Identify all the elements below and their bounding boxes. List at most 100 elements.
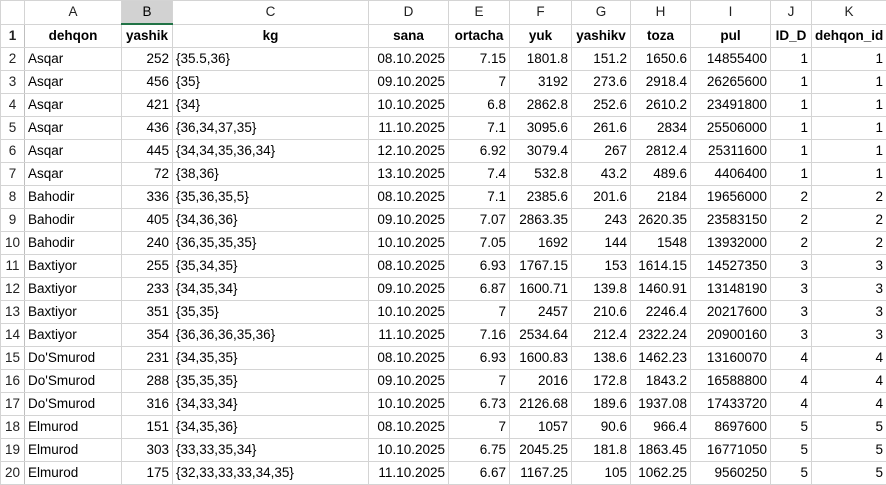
cell-f16[interactable]: 2016 <box>510 370 572 393</box>
cell-e18[interactable]: 7 <box>449 416 510 439</box>
cell-b19[interactable]: 303 <box>122 439 173 462</box>
cell-f18[interactable]: 1057 <box>510 416 572 439</box>
cell-h5[interactable]: 2834 <box>631 117 691 140</box>
cell-e10[interactable]: 7.05 <box>449 232 510 255</box>
cell-g12[interactable]: 139.8 <box>572 278 631 301</box>
cell-d20[interactable]: 11.10.2025 <box>369 462 449 485</box>
cell-e3[interactable]: 7 <box>449 71 510 94</box>
cell-a13[interactable]: Baxtiyor <box>25 301 122 324</box>
cell-a9[interactable]: Bahodir <box>25 209 122 232</box>
cell-a11[interactable]: Baxtiyor <box>25 255 122 278</box>
row-header-4[interactable]: 4 <box>1 94 25 117</box>
cell-k13[interactable]: 3 <box>812 301 886 324</box>
row-header-14[interactable]: 14 <box>1 324 25 347</box>
cell-i8[interactable]: 19656000 <box>691 186 771 209</box>
cell-i4[interactable]: 23491800 <box>691 94 771 117</box>
cell-f12[interactable]: 1600.71 <box>510 278 572 301</box>
cell-e13[interactable]: 7 <box>449 301 510 324</box>
cell-f15[interactable]: 1600.83 <box>510 347 572 370</box>
cell-i12[interactable]: 13148190 <box>691 278 771 301</box>
cell-c16[interactable]: {35,35,35} <box>173 370 369 393</box>
cell-b10[interactable]: 240 <box>122 232 173 255</box>
cell-k3[interactable]: 1 <box>812 71 886 94</box>
header-cell-toza[interactable]: toza <box>631 24 691 48</box>
cell-k7[interactable]: 1 <box>812 163 886 186</box>
cell-k15[interactable]: 4 <box>812 347 886 370</box>
row-header-3[interactable]: 3 <box>1 71 25 94</box>
cell-a19[interactable]: Elmurod <box>25 439 122 462</box>
cell-d16[interactable]: 09.10.2025 <box>369 370 449 393</box>
cell-d4[interactable]: 10.10.2025 <box>369 94 449 117</box>
cell-h18[interactable]: 966.4 <box>631 416 691 439</box>
cell-i16[interactable]: 16588800 <box>691 370 771 393</box>
cell-g3[interactable]: 273.6 <box>572 71 631 94</box>
cell-b11[interactable]: 255 <box>122 255 173 278</box>
cell-g6[interactable]: 267 <box>572 140 631 163</box>
cell-b3[interactable]: 456 <box>122 71 173 94</box>
cell-j8[interactable]: 2 <box>771 186 812 209</box>
header-cell-kg[interactable]: kg <box>173 24 369 48</box>
row-header-20[interactable]: 20 <box>1 462 25 485</box>
cell-c20[interactable]: {32,33,33,33,34,35} <box>173 462 369 485</box>
column-header-h[interactable]: H <box>631 1 691 25</box>
cell-a2[interactable]: Asqar <box>25 48 122 71</box>
row-header-6[interactable]: 6 <box>1 140 25 163</box>
cell-d17[interactable]: 10.10.2025 <box>369 393 449 416</box>
cell-k12[interactable]: 3 <box>812 278 886 301</box>
cell-g5[interactable]: 261.6 <box>572 117 631 140</box>
cell-e7[interactable]: 7.4 <box>449 163 510 186</box>
header-cell-yuk[interactable]: yuk <box>510 24 572 48</box>
cell-a20[interactable]: Elmurod <box>25 462 122 485</box>
header-cell-id-d[interactable]: ID_D <box>771 24 812 48</box>
cell-f10[interactable]: 1692 <box>510 232 572 255</box>
column-header-d[interactable]: D <box>369 1 449 25</box>
cell-k4[interactable]: 1 <box>812 94 886 117</box>
cell-a18[interactable]: Elmurod <box>25 416 122 439</box>
cell-j11[interactable]: 3 <box>771 255 812 278</box>
row-header-8[interactable]: 8 <box>1 186 25 209</box>
cell-j7[interactable]: 1 <box>771 163 812 186</box>
cell-h17[interactable]: 1937.08 <box>631 393 691 416</box>
column-header-a[interactable]: A <box>25 1 122 25</box>
cell-c13[interactable]: {35,35} <box>173 301 369 324</box>
cell-d2[interactable]: 08.10.2025 <box>369 48 449 71</box>
cell-c7[interactable]: {38,36} <box>173 163 369 186</box>
cell-a15[interactable]: Do'Smurod <box>25 347 122 370</box>
cell-i13[interactable]: 20217600 <box>691 301 771 324</box>
column-header-b[interactable]: B <box>122 1 173 25</box>
cell-f4[interactable]: 2862.8 <box>510 94 572 117</box>
cell-h6[interactable]: 2812.4 <box>631 140 691 163</box>
cell-j20[interactable]: 5 <box>771 462 812 485</box>
cell-k6[interactable]: 1 <box>812 140 886 163</box>
cell-j19[interactable]: 5 <box>771 439 812 462</box>
cell-a6[interactable]: Asqar <box>25 140 122 163</box>
column-header-e[interactable]: E <box>449 1 510 25</box>
cell-h8[interactable]: 2184 <box>631 186 691 209</box>
cell-h2[interactable]: 1650.6 <box>631 48 691 71</box>
cell-k5[interactable]: 1 <box>812 117 886 140</box>
cell-a7[interactable]: Asqar <box>25 163 122 186</box>
cell-d18[interactable]: 08.10.2025 <box>369 416 449 439</box>
row-header-16[interactable]: 16 <box>1 370 25 393</box>
cell-c12[interactable]: {34,35,34} <box>173 278 369 301</box>
cell-h16[interactable]: 1843.2 <box>631 370 691 393</box>
cell-c5[interactable]: {36,34,37,35} <box>173 117 369 140</box>
cell-i18[interactable]: 8697600 <box>691 416 771 439</box>
cell-b12[interactable]: 233 <box>122 278 173 301</box>
cell-g16[interactable]: 172.8 <box>572 370 631 393</box>
cell-a10[interactable]: Bahodir <box>25 232 122 255</box>
cell-k11[interactable]: 3 <box>812 255 886 278</box>
cell-a12[interactable]: Baxtiyor <box>25 278 122 301</box>
cell-a4[interactable]: Asqar <box>25 94 122 117</box>
cell-f3[interactable]: 3192 <box>510 71 572 94</box>
column-header-f[interactable]: F <box>510 1 572 25</box>
row-header-13[interactable]: 13 <box>1 301 25 324</box>
cell-k18[interactable]: 5 <box>812 416 886 439</box>
cell-c8[interactable]: {35,36,35,5} <box>173 186 369 209</box>
cell-e4[interactable]: 6.8 <box>449 94 510 117</box>
cell-c10[interactable]: {36,35,35,35} <box>173 232 369 255</box>
cell-a8[interactable]: Bahodir <box>25 186 122 209</box>
cell-c14[interactable]: {36,36,36,35,36} <box>173 324 369 347</box>
cell-h15[interactable]: 1462.23 <box>631 347 691 370</box>
cell-b15[interactable]: 231 <box>122 347 173 370</box>
